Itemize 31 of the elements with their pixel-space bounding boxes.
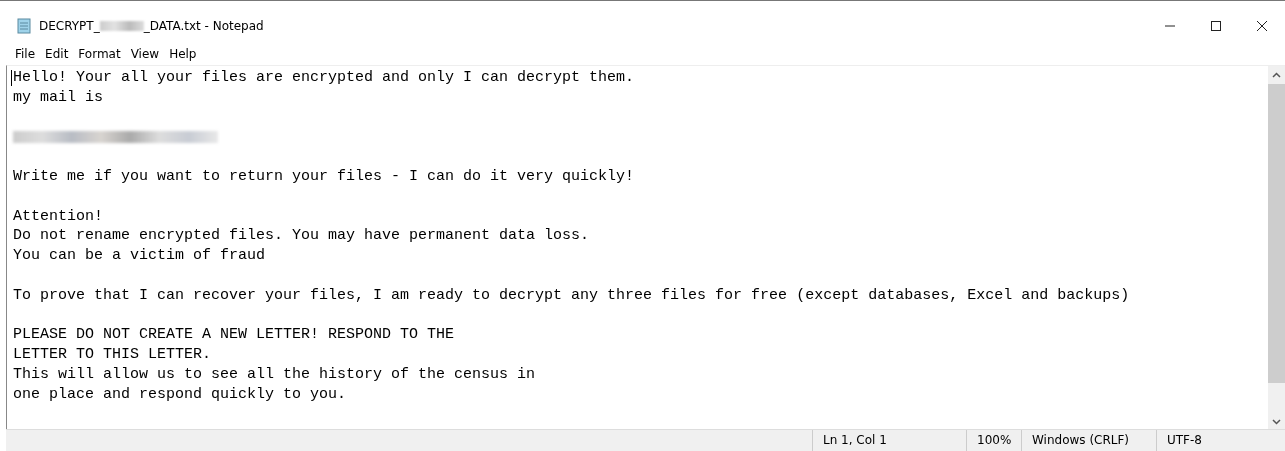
menu-item[interactable]: Help [168, 47, 202, 61]
scrollbar[interactable] [1268, 66, 1285, 429]
maximize-icon [1210, 20, 1222, 32]
text-line: PLEASE DO NOT CREATE A NEW LETTER! RESPOND TO THE [13, 326, 455, 344]
text-line: Attention! [13, 207, 103, 225]
window-title: DECRYPT_ [39, 19, 100, 33]
menu-item[interactable]: Edit [44, 47, 74, 61]
text-line: This will allow us to see all the history of the census in [13, 365, 536, 383]
encoding: UTF-8 [1156, 430, 1285, 451]
notepad-icon [16, 18, 32, 34]
text-line: one place and respond quickly to you. [13, 385, 347, 403]
menu-item[interactable]: File [14, 47, 41, 61]
text-line: Write me if you want to return your files - I can do it very quickly! [13, 168, 635, 185]
menu-item[interactable]: View [129, 47, 165, 61]
text-line: my mail is [13, 88, 103, 106]
cursor-position: Ln 1, Col 1 [812, 430, 966, 451]
text-line: To prove that I can recover your files, I am ready to decrypt any three files for free (except databases, Excel and backups) [13, 286, 1130, 304]
scroll-up-icon[interactable] [1272, 72, 1281, 78]
text-line: Do not rename encrypted files. You may have permanent data loss. [13, 227, 590, 245]
text-line: You can be a victim of fraud [13, 247, 266, 265]
text-line: LETTER TO THIS LETTER. [13, 346, 212, 364]
scrollbar-thumb[interactable] [1268, 84, 1285, 383]
window-title: _DATA.txt - Notepad [143, 19, 264, 33]
scroll-down-icon[interactable] [1272, 419, 1281, 425]
close-icon [1256, 20, 1268, 32]
redaction-blur [99, 21, 144, 31]
text-line: Hello! Your all your files are encrypted and only I can decrypt them. [13, 69, 635, 86]
text-cursor [11, 70, 12, 86]
line-ending: Windows (CRLF) [1021, 430, 1156, 451]
zoom-level: 100% [966, 430, 1021, 451]
menu-item[interactable]: Format [77, 47, 126, 61]
